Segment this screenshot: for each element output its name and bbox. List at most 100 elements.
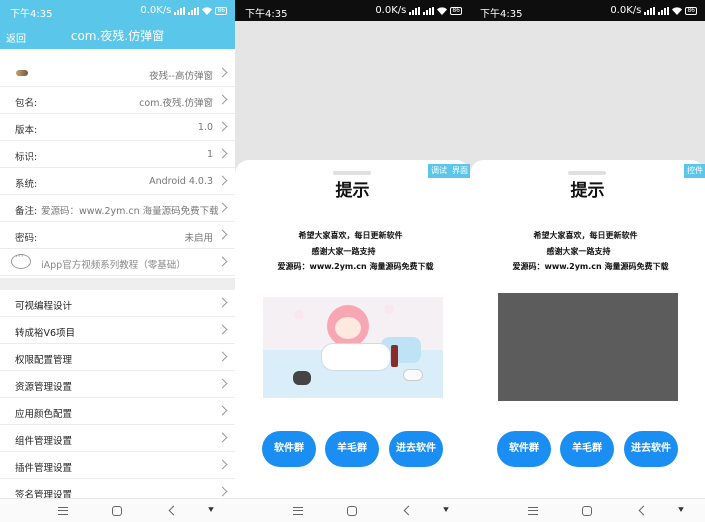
dialog-line-1: 希望大家喜欢，每日更新软件 [533,231,638,240]
menu-icon[interactable] [528,507,538,515]
id-value: 1 [206,149,213,160]
enter-software-button[interactable]: 进去软件 [389,431,443,467]
package-row[interactable]: 包名: com.夜残.仿弹窗 [0,87,235,114]
back-icon[interactable] [168,505,179,516]
app-name-row[interactable]: 夜残--高仿弹窗 [0,60,235,87]
dialog-title: 提示 [570,181,605,201]
section-divider [0,278,235,290]
signal-icon [644,6,656,15]
chevron-right-icon [217,94,228,105]
wool-group-button[interactable]: 羊毛群 [325,431,379,467]
version-label: 版本: [15,125,38,136]
id-row[interactable]: 标识: 1 [0,141,235,168]
note-label: 备注: [15,206,38,217]
chevron-down-icon[interactable]: ⯆ [677,505,685,516]
back-icon[interactable] [638,505,649,516]
dialog-line-2: 感谢大家一路支持 [311,247,376,256]
dialog-title: 提示 [335,181,370,201]
battery-icon: 86 [450,6,462,15]
package-value: com.夜残.仿弹窗 [139,98,213,109]
chevron-right-icon [217,121,228,132]
enter-software-button[interactable]: 进去软件 [624,431,678,467]
signal-icon-2 [423,6,435,15]
battery-icon: 86 [215,6,227,15]
chevron-right-icon [217,202,228,213]
menu-item-label: 应用颜色配置 [15,409,73,420]
id-label: 标识: [15,152,38,163]
chevron-right-icon [217,175,228,186]
menu-item-label: 转成裕V6项目 [15,328,76,339]
chevron-right-icon [217,324,228,335]
tutorial-row[interactable]: iApp官方视频系列教程（零基础） [0,249,235,276]
signal-icon-2 [658,6,670,15]
menu-item-visual-design[interactable]: 可视编程设计 [0,290,235,317]
menu-item-label: 可视编程设计 [15,301,73,312]
app-icon [16,70,28,76]
menu-item-label: 资源管理设置 [15,382,73,393]
dialog-sheet: 调试 界面 提示 希望大家喜欢，每日更新软件 感谢大家一路支持 爱源码：www.… [235,160,470,498]
dialog-line-3: 爱源码：www.2ym.cn 海量源码免费下载 [277,262,434,271]
chevron-down-icon[interactable]: ⯆ [207,505,215,516]
back-icon[interactable] [403,505,414,516]
chevron-down-icon[interactable]: ⯆ [442,505,450,516]
status-time: 下午4:35 [10,9,53,20]
chevron-right-icon [217,67,228,78]
menu-item-convert-v6[interactable]: 转成裕V6项目 [0,317,235,344]
version-value: 1.0 [197,122,213,133]
dialog-layout-screen: 下午4:35 0.0K/s 86 控件 提示 希望大家喜欢，每日更新软件 感谢大… [470,0,705,522]
password-value: 未启用 [184,233,213,244]
dialog-line-3: 爱源码：www.2ym.cn 海量源码免费下载 [512,262,669,271]
wifi-icon [437,6,448,15]
app-info-screen: 下午4:35 0.0K/s 86 返回 com.夜残.仿弹窗 夜残--高仿弹窗 … [0,0,235,522]
home-icon[interactable] [112,506,122,516]
menu-item-app-colors[interactable]: 应用颜色配置 [0,398,235,425]
dialog-sheet: 控件 提示 希望大家喜欢，每日更新软件 感谢大家一路支持 爱源码：www.2ym… [470,160,705,498]
menu-item-permissions[interactable]: 权限配置管理 [0,344,235,371]
system-value: Android 4.0.3 [149,176,213,187]
tutorial-link: iApp官方视频系列教程（零基础） [41,260,186,271]
dialog-line-1: 希望大家喜欢，每日更新软件 [298,231,403,240]
note-value: 爱源码：www.2ym.cn 海量源码免费下载 [41,206,219,217]
software-group-button[interactable]: 软件群 [262,431,316,467]
signal-icon [174,6,186,15]
menu-item-resources[interactable]: 资源管理设置 [0,371,235,398]
status-bar: 下午4:35 0.0K/s 86 [0,0,235,21]
menu-icon[interactable] [58,507,68,515]
menu-icon[interactable] [293,507,303,515]
chevron-right-icon [217,351,228,362]
menu-item-label: 插件管理设置 [15,463,73,474]
page-title: com.夜残.仿弹窗 [70,29,165,43]
drag-handle[interactable] [333,171,371,175]
drag-handle[interactable] [568,171,606,175]
wifi-icon [202,6,213,15]
menu-item-plugins[interactable]: 插件管理设置 [0,452,235,479]
system-row[interactable]: 系统: Android 4.0.3 [0,168,235,195]
note-row[interactable]: 备注: 爱源码：www.2ym.cn 海量源码免费下载 [0,195,235,222]
chevron-right-icon [217,378,228,389]
version-row[interactable]: 版本: 1.0 [0,114,235,141]
home-icon[interactable] [582,506,592,516]
title-bar: 返回 com.夜残.仿弹窗 [0,21,235,49]
nav-bar: ⯆ [470,498,705,522]
menu-item-label: 权限配置管理 [15,355,73,366]
wool-group-button[interactable]: 羊毛群 [560,431,614,467]
status-icons: 0.0K/s 86 [140,5,227,16]
software-group-button[interactable]: 软件群 [497,431,551,467]
chevron-right-icon [217,148,228,159]
chat-bubble-icon [11,252,31,269]
menu-item-components[interactable]: 组件管理设置 [0,425,235,452]
chevron-right-icon [217,256,228,267]
status-icons: 0.0K/s 86 [610,5,697,16]
password-row[interactable]: 密码: 未启用 [0,222,235,249]
chevron-right-icon [217,486,228,497]
password-label: 密码: [15,233,38,244]
network-speed: 0.0K/s [375,5,407,16]
anime-illustration [263,297,443,398]
image-placeholder[interactable] [498,293,678,401]
menu-item-label: 组件管理设置 [15,436,73,447]
dialog-preview-screen: 下午4:35 0.0K/s 86 调试 界面 提示 希望大家喜欢，每日更新软件 … [235,0,470,522]
status-bar: 下午4:35 0.0K/s 86 [470,0,705,21]
status-bar: 下午4:35 0.0K/s 86 [235,0,470,21]
settings-menu: 可视编程设计 转成裕V6项目 权限配置管理 资源管理设置 应用颜色配置 组件管理… [0,290,235,506]
home-icon[interactable] [347,506,357,516]
